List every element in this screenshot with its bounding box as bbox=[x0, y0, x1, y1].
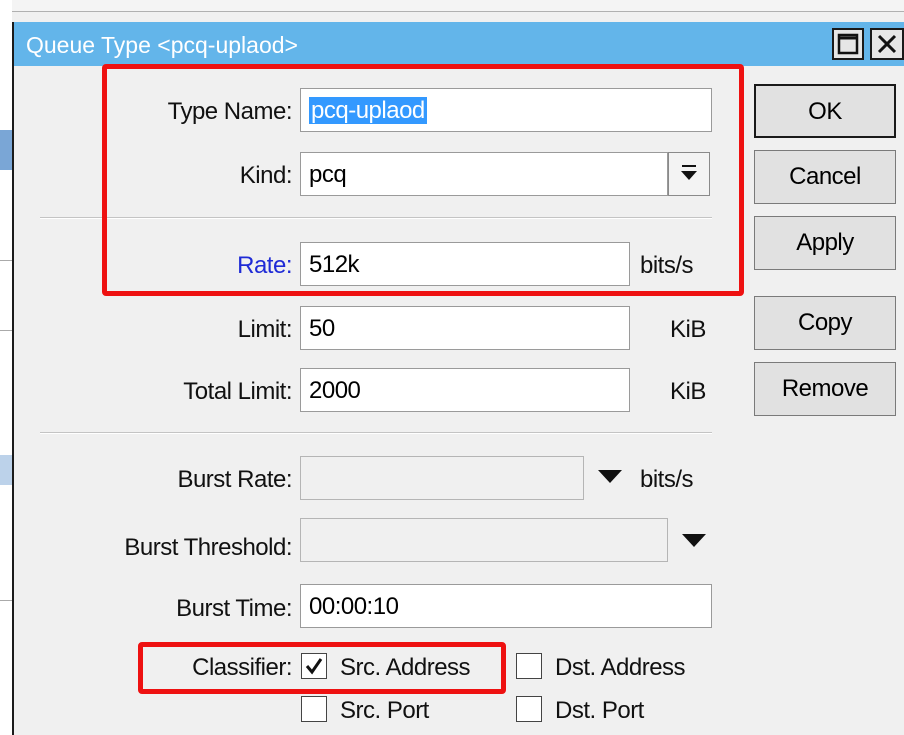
limit-value: 50 bbox=[309, 315, 335, 342]
apply-button[interactable]: Apply bbox=[754, 216, 896, 270]
limit-unit: KiB bbox=[670, 316, 706, 343]
dst-address-label: Dst. Address bbox=[555, 654, 686, 681]
kind-value: pcq bbox=[309, 161, 347, 188]
burst-threshold-dropdown-icon[interactable] bbox=[682, 534, 706, 547]
background-app-strip bbox=[12, 0, 904, 12]
burst-time-value: 00:00:10 bbox=[309, 593, 399, 620]
copy-button[interactable]: Copy bbox=[754, 296, 896, 350]
rate-input[interactable]: 512k bbox=[300, 242, 630, 286]
src-port-label: Src. Port bbox=[340, 697, 429, 724]
rate-value: 512k bbox=[309, 251, 360, 278]
type-name-label: Type Name: bbox=[167, 98, 293, 125]
dst-port-label: Dst. Port bbox=[555, 697, 644, 724]
ok-button[interactable]: OK bbox=[754, 84, 896, 138]
maximize-icon[interactable] bbox=[832, 28, 864, 60]
limit-label: Limit: bbox=[237, 316, 293, 343]
chevron-down-icon bbox=[681, 165, 697, 180]
rate-unit: bits/s bbox=[640, 252, 694, 279]
total-limit-label: Total Limit: bbox=[183, 378, 292, 405]
kind-dropdown-button[interactable] bbox=[668, 152, 710, 196]
remove-button[interactable]: Remove bbox=[754, 362, 896, 416]
dst-port-checkbox[interactable] bbox=[516, 696, 542, 722]
separator bbox=[40, 432, 712, 434]
burst-threshold-label: Burst Threshold: bbox=[124, 534, 292, 561]
total-limit-value: 2000 bbox=[309, 377, 361, 404]
queue-type-dialog: Queue Type <pcq-uplaod> Type Name: pcq-u… bbox=[12, 22, 904, 735]
burst-rate-dropdown-icon[interactable] bbox=[598, 470, 622, 483]
background-app-edge bbox=[0, 0, 12, 735]
src-address-checkbox[interactable] bbox=[301, 653, 327, 679]
type-name-value: pcq-uplaod bbox=[309, 97, 427, 124]
kind-select[interactable]: pcq bbox=[300, 152, 668, 196]
burst-time-input[interactable]: 00:00:10 bbox=[300, 584, 712, 628]
total-limit-input[interactable]: 2000 bbox=[300, 368, 630, 412]
classifier-label: Classifier: bbox=[192, 654, 292, 681]
burst-time-label: Burst Time: bbox=[176, 595, 292, 622]
checkmark-icon bbox=[305, 658, 323, 675]
burst-rate-unit: bits/s bbox=[640, 466, 694, 493]
window-title: Queue Type <pcq-uplaod> bbox=[26, 32, 298, 58]
src-port-checkbox[interactable] bbox=[301, 696, 327, 722]
src-address-label: Src. Address bbox=[340, 654, 471, 681]
burst-rate-label: Burst Rate: bbox=[177, 466, 292, 493]
burst-rate-input[interactable] bbox=[300, 456, 584, 500]
limit-input[interactable]: 50 bbox=[300, 306, 630, 350]
close-icon[interactable] bbox=[870, 28, 904, 60]
separator bbox=[40, 217, 712, 219]
rate-label: Rate: bbox=[237, 252, 292, 279]
kind-label: Kind: bbox=[239, 162, 293, 189]
total-limit-unit: KiB bbox=[670, 378, 706, 405]
title-bar[interactable]: Queue Type <pcq-uplaod> bbox=[14, 22, 904, 66]
cancel-button[interactable]: Cancel bbox=[754, 150, 896, 204]
type-name-input[interactable]: pcq-uplaod bbox=[300, 88, 712, 132]
burst-threshold-input[interactable] bbox=[300, 518, 668, 562]
dst-address-checkbox[interactable] bbox=[516, 653, 542, 679]
